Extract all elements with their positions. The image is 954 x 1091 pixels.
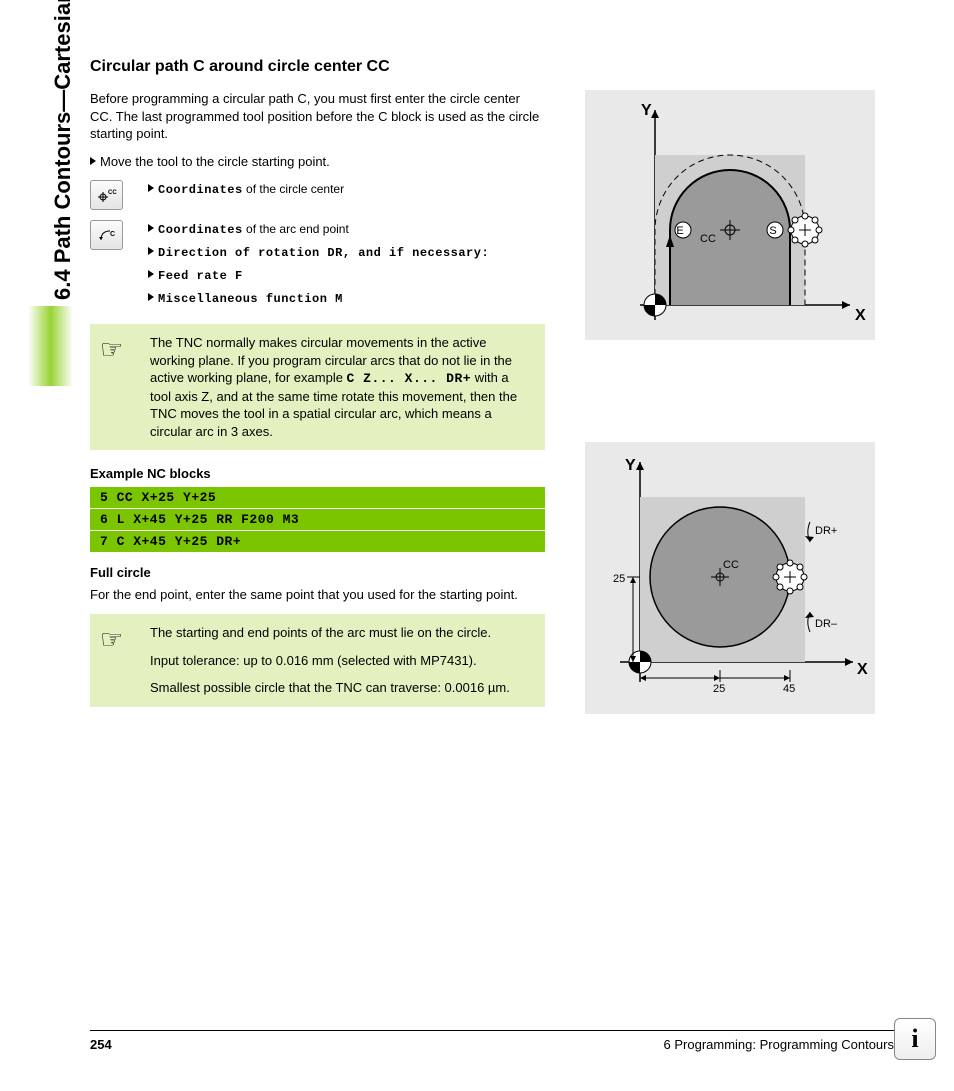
fullcircle-body: For the end point, enter the same point … [90, 586, 545, 604]
bullet-icon [148, 184, 154, 192]
bullet-icon [90, 157, 96, 165]
fig1-x-label: X [855, 307, 866, 324]
fig2-y-label: Y [625, 457, 636, 474]
note2-line-a: The starting and end points of the arc m… [150, 624, 531, 642]
bullet-icon [148, 247, 154, 255]
chapter-label: 6 Programming: Programming Contours [664, 1037, 894, 1052]
fig2-drp-label: DR+ [815, 525, 837, 537]
info-button[interactable]: i [894, 1018, 936, 1060]
fig2-x-label: X [857, 661, 868, 678]
param-direction: Direction of rotation DR, and if necessa… [148, 245, 489, 260]
page-heading: Circular path C around circle center CC [90, 58, 545, 76]
note2-line-c: Smallest possible circle that the TNC ca… [150, 679, 531, 697]
bullet-icon [148, 293, 154, 301]
fig1-s-label: S [769, 225, 776, 237]
param-cc-coords: Coordinates of the circle center [148, 182, 344, 197]
fig1-e-label: E [676, 225, 683, 237]
c-button[interactable]: C [90, 220, 123, 250]
side-gradient [28, 306, 73, 386]
note2-line-b: Input tolerance: up to 0.016 mm (selecte… [150, 652, 531, 670]
param-arc-coords: Coordinates of the arc end point [148, 222, 489, 237]
note1-code: C Z... X... DR+ [347, 371, 472, 386]
c-arc-icon: C [97, 227, 117, 243]
code-line-2: 6 L X+45 Y+25 RR F200 M3 [90, 509, 545, 531]
fig2-y25-label: 25 [613, 573, 625, 585]
info-icon: i [911, 1024, 918, 1054]
param-label: Feed rate F [158, 269, 243, 283]
param-row-c: C Coordinates of the arc end point Direc… [90, 220, 545, 314]
figure-2-svg: X Y CC DR+ DR– 25 25 45 [585, 442, 875, 714]
hand-icon: ☞ [100, 332, 123, 367]
figure-1: X Y CC E S [585, 90, 875, 340]
fig1-y-label: Y [641, 102, 652, 119]
param-label: Coordinates [158, 183, 243, 197]
figure-1-svg: X Y CC E S [585, 90, 875, 340]
param-desc: of the arc end point [243, 222, 349, 236]
cc-crosshair-icon: CC [97, 187, 117, 203]
param-row-cc: CC Coordinates of the circle center [90, 180, 545, 216]
note-box-2: ☞ The starting and end points of the arc… [90, 614, 545, 707]
move-instruction: Move the tool to the circle starting poi… [90, 153, 545, 171]
bullet-icon [148, 270, 154, 278]
hand-icon: ☞ [100, 622, 123, 657]
svg-text:C: C [110, 231, 115, 238]
fig2-cc-label: CC [723, 559, 739, 571]
fig2-x25-label: 25 [713, 683, 725, 695]
param-desc: of the circle center [243, 182, 344, 196]
cc-button[interactable]: CC [90, 180, 123, 210]
main-content: Circular path C around circle center CC … [90, 58, 545, 723]
code-line-1: 5 CC X+25 Y+25 [90, 487, 545, 509]
code-line-3: 7 C X+45 Y+25 DR+ [90, 531, 545, 553]
page-number: 254 [90, 1037, 112, 1052]
fig1-cc-label: CC [700, 233, 716, 245]
param-feed: Feed rate F [148, 268, 489, 283]
code-block: 5 CC X+25 Y+25 6 L X+45 Y+25 RR F200 M3 … [90, 487, 545, 553]
fullcircle-heading: Full circle [90, 565, 545, 580]
example-heading: Example NC blocks [90, 466, 545, 481]
param-label: Coordinates [158, 223, 243, 237]
param-label: Miscellaneous function M [158, 292, 343, 306]
svg-text:CC: CC [108, 190, 117, 196]
bullet-icon [148, 224, 154, 232]
move-text: Move the tool to the circle starting poi… [100, 154, 330, 169]
fig2-x45-label: 45 [783, 683, 795, 695]
fig2-drm-label: DR– [815, 618, 838, 630]
param-misc: Miscellaneous function M [148, 291, 489, 306]
note-box-1: ☞ The TNC normally makes circular moveme… [90, 324, 545, 450]
side-section-title: 6.4 Path Contours—Cartesian Coordinates [50, 0, 76, 300]
figure-2: X Y CC DR+ DR– 25 25 45 [585, 442, 875, 714]
param-label: Direction of rotation DR, and if necessa… [158, 246, 489, 260]
page-footer: 254 6 Programming: Programming Contours [90, 1030, 894, 1052]
intro-paragraph: Before programming a circular path C, yo… [90, 90, 545, 143]
